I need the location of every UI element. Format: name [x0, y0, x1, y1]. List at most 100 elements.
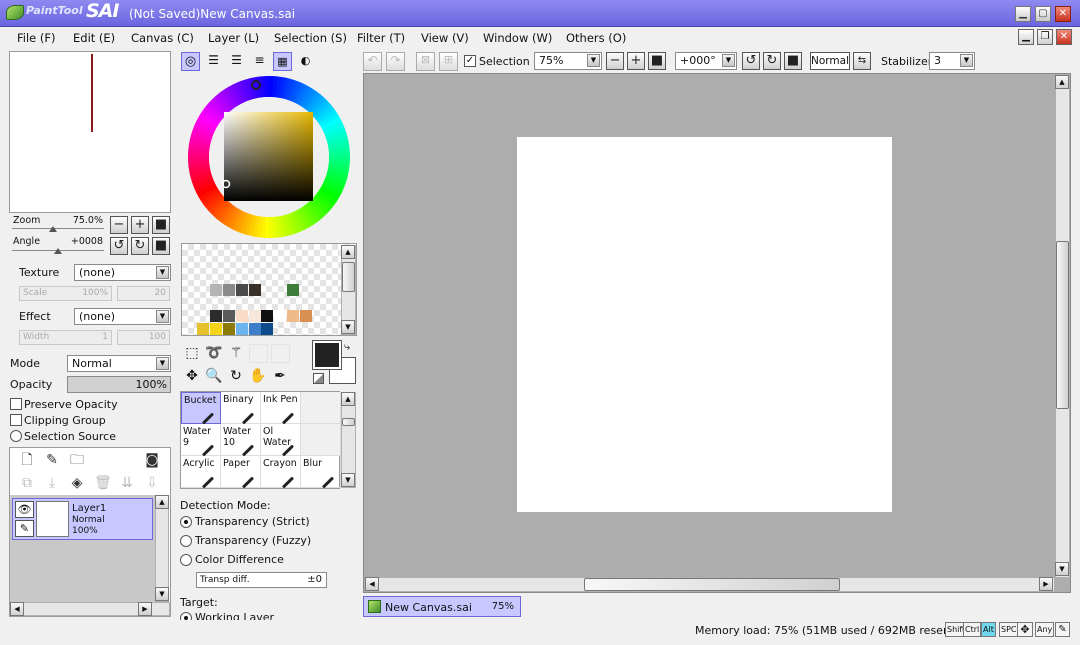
- angle-dropdown[interactable]: +000° ▼: [675, 52, 737, 70]
- mdi-close-button[interactable]: ✕: [1056, 29, 1072, 45]
- clipping-group-checkbox[interactable]: [10, 414, 22, 426]
- zoom-reset-button[interactable]: ■: [152, 216, 170, 234]
- palette-scroll-thumb[interactable]: [342, 262, 355, 292]
- canvas-scroll-down-button[interactable]: ▼: [1055, 562, 1069, 576]
- menu-canvas[interactable]: Canvas (C): [131, 31, 194, 45]
- lasso-icon[interactable]: ➰: [204, 343, 224, 363]
- layer-row[interactable]: 👁 ✎ Layer1 Normal 100%: [12, 498, 153, 540]
- brush-cell[interactable]: Binary: [221, 392, 261, 425]
- mdi-minimize-button[interactable]: ▁: [1018, 29, 1034, 45]
- palette-swatch[interactable]: [210, 323, 222, 335]
- color-wheel-tab-icon[interactable]: ◎: [181, 52, 200, 71]
- palette-swatch[interactable]: [261, 323, 273, 335]
- brush-cell[interactable]: [301, 424, 341, 456]
- blend-mode-dropdown[interactable]: Normal ▼: [67, 355, 171, 372]
- brush-cell[interactable]: Acrylic: [181, 456, 221, 489]
- menu-filter[interactable]: Filter (T): [357, 31, 405, 45]
- canvas-vscroll-thumb[interactable]: [1056, 241, 1069, 409]
- rotate-left-button[interactable]: ↺: [110, 237, 128, 255]
- swap-colors-icon[interactable]: ⤷: [344, 340, 350, 354]
- palette-swatch[interactable]: [300, 310, 312, 322]
- new-linework-layer-icon[interactable]: ✎: [44, 452, 60, 468]
- new-layer-icon[interactable]: 🗋: [19, 452, 35, 468]
- brush-scroll-up-button[interactable]: ▲: [341, 392, 355, 406]
- stabilizer-dropdown[interactable]: 3 ▼: [929, 52, 975, 70]
- opacity-slider[interactable]: 100%: [67, 376, 171, 393]
- merge-down-icon[interactable]: ⇊: [119, 475, 135, 491]
- rect-select-icon[interactable]: ⬚: [182, 343, 202, 363]
- detection-fuzzy-radio[interactable]: [180, 535, 192, 547]
- canvas[interactable]: [517, 137, 892, 512]
- menu-window[interactable]: Window (W): [483, 31, 552, 45]
- palette-scroll-up-button[interactable]: ▲: [341, 245, 355, 259]
- brush-cell[interactable]: Bucket: [181, 392, 221, 425]
- brush-cell[interactable]: [301, 392, 341, 424]
- maximize-button[interactable]: ▢: [1035, 6, 1051, 22]
- minimize-button[interactable]: ▁: [1015, 6, 1031, 22]
- zoom-dropdown[interactable]: 75% ▼: [534, 52, 602, 70]
- brush-scroll-thumb[interactable]: [342, 418, 355, 426]
- scratchpad-tab-icon[interactable]: ◐: [296, 52, 315, 71]
- palette-swatch[interactable]: [274, 310, 286, 322]
- magic-wand-icon[interactable]: ⚚: [226, 343, 246, 363]
- toolbar-rotate-right-button[interactable]: ↻: [763, 52, 781, 70]
- menu-others[interactable]: Others (O): [566, 31, 626, 45]
- eyedropper-icon[interactable]: ✒: [270, 366, 290, 386]
- brush-cell[interactable]: Water 10: [221, 424, 261, 457]
- palette-swatch[interactable]: [287, 310, 299, 322]
- rgb-slider-tab-icon[interactable]: ☰: [204, 52, 223, 71]
- palette-swatch[interactable]: [223, 284, 235, 296]
- brush-cell[interactable]: Ink Pen: [261, 392, 301, 425]
- palette-swatch[interactable]: [249, 310, 261, 322]
- clear-layer-icon[interactable]: ◈: [69, 475, 85, 491]
- preserve-opacity-checkbox[interactable]: [10, 398, 22, 410]
- menu-file[interactable]: File (F): [17, 31, 56, 45]
- canvas-hscroll-thumb[interactable]: [584, 578, 840, 591]
- palette-swatch[interactable]: [236, 284, 248, 296]
- brush-cell[interactable]: Paper: [221, 456, 261, 489]
- view-mode-button[interactable]: Normal: [810, 52, 850, 70]
- palette-swatch[interactable]: [287, 284, 299, 296]
- merge-visible-icon[interactable]: ⇩: [144, 475, 160, 491]
- layer-vertical-scrollbar[interactable]: [155, 495, 169, 602]
- color-wheel[interactable]: [187, 75, 351, 239]
- redo-button[interactable]: ↷: [386, 52, 405, 71]
- angle-slider-handle[interactable]: [54, 248, 62, 254]
- palette-swatch[interactable]: [223, 310, 235, 322]
- transfer-down-icon[interactable]: ⤓: [44, 475, 60, 491]
- brush-cell[interactable]: Water 9: [181, 424, 221, 457]
- document-tab[interactable]: New Canvas.sai 75%: [363, 596, 521, 617]
- layer-mask-icon[interactable]: ◙: [144, 452, 160, 468]
- palette-swatch[interactable]: [249, 323, 261, 335]
- canvas-scroll-left-button[interactable]: ◀: [365, 577, 379, 591]
- copy-layer-icon[interactable]: ⧉: [19, 475, 35, 491]
- navigator-preview[interactable]: [9, 51, 171, 213]
- layer-scroll-right-button[interactable]: ▶: [138, 602, 152, 616]
- toolbar-rotate-left-button[interactable]: ↺: [742, 52, 760, 70]
- zoom-slider-handle[interactable]: [49, 226, 57, 232]
- rotate-icon[interactable]: ↻: [226, 366, 246, 386]
- zoom-out-button[interactable]: −: [110, 216, 128, 234]
- flip-view-button[interactable]: ⇆: [853, 52, 871, 70]
- canvas-scroll-right-button[interactable]: ▶: [1039, 577, 1053, 591]
- hand-icon[interactable]: ✋: [248, 366, 268, 386]
- reset-colors-icon[interactable]: [313, 373, 324, 384]
- selection-checkbox[interactable]: ✓: [464, 55, 476, 67]
- selection-source-radio[interactable]: [10, 430, 22, 442]
- palette-swatch[interactable]: [261, 310, 273, 322]
- deselect-button[interactable]: ⊠: [416, 52, 435, 71]
- swatches-tab-icon[interactable]: ▦: [273, 52, 292, 71]
- menu-selection[interactable]: Selection (S): [274, 31, 347, 45]
- layer-scroll-left-button[interactable]: ◀: [10, 602, 24, 616]
- palette-swatch[interactable]: [236, 310, 248, 322]
- target-working-layer-radio[interactable]: [180, 612, 192, 620]
- new-folder-icon[interactable]: 🗀: [69, 452, 85, 468]
- transp-diff-slider[interactable]: Transp diff. ±0: [196, 572, 327, 588]
- toolbar-zoom-out-button[interactable]: −: [606, 52, 624, 70]
- close-window-button[interactable]: ✕: [1055, 6, 1071, 22]
- eye-icon[interactable]: 👁: [15, 501, 34, 518]
- palette-swatch[interactable]: [236, 323, 248, 335]
- menu-view[interactable]: View (V): [421, 31, 469, 45]
- invert-selection-button[interactable]: ⊞: [439, 52, 458, 71]
- menu-layer[interactable]: Layer (L): [208, 31, 259, 45]
